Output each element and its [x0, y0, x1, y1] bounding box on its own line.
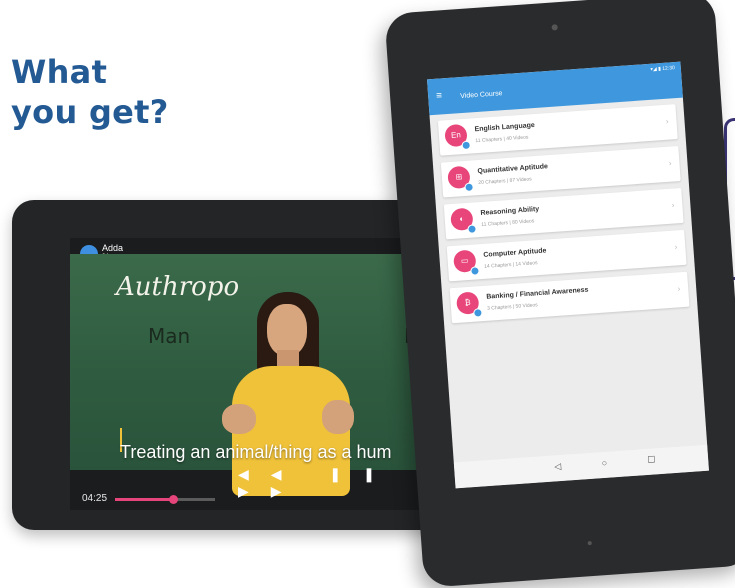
course-title: Quantitative Aptitude — [477, 163, 549, 176]
chevron-right-icon: › — [671, 200, 675, 210]
course-title: Computer Aptitude — [483, 247, 547, 259]
camera-icon — [551, 24, 558, 31]
nav-buttons[interactable]: ◁ ○ ☐ — [554, 454, 656, 472]
chevron-right-icon: › — [677, 284, 681, 294]
course-subtitle: 14 Chapters | 14 Videos — [484, 260, 538, 270]
course-title: Reasoning Ability — [480, 205, 540, 217]
course-subtitle: 11 Chapters | 40 Videos — [475, 134, 529, 145]
course-title: English Language — [474, 121, 536, 134]
chevron-right-icon: › — [674, 242, 678, 252]
video-caption: Treating an animal/thing as a hum — [120, 442, 392, 462]
status-bar: ▾◢ ▮ 12:30 — [650, 65, 676, 73]
android-nav-bar: ◁ ○ ☐ — [453, 444, 709, 489]
headline-line-2: you get? — [11, 93, 169, 131]
seek-bar-fill — [115, 498, 173, 501]
play-badge-icon — [464, 182, 474, 193]
play-badge-icon — [461, 140, 471, 151]
course-title: Banking / Financial Awareness — [486, 286, 589, 301]
portrait-tablet: ▾◢ ▮ 12:30 ≡ Video Course En English Lan… — [384, 0, 735, 588]
chevron-right-icon: › — [668, 158, 672, 168]
app-screen: ▾◢ ▮ 12:30 ≡ Video Course En English Lan… — [426, 61, 709, 489]
chevron-right-icon: › — [665, 116, 669, 126]
video-time: 04:25 — [82, 493, 108, 504]
menu-icon[interactable]: ≡ — [436, 90, 443, 101]
play-badge-icon — [467, 224, 477, 234]
headline-line-1: What — [11, 53, 108, 91]
app-title: Video Course — [460, 90, 503, 101]
headline: What you get? — [11, 52, 169, 132]
seek-bar-handle[interactable] — [169, 495, 178, 504]
course-list: En English Language 11 Chapters | 40 Vid… — [437, 104, 690, 330]
chalkboard: Authropo m Man Mo — [70, 254, 450, 496]
video-player[interactable]: Adda 24 Authropo m Man Mo Treating an an… — [70, 238, 450, 510]
home-sensor-icon — [587, 541, 592, 546]
play-badge-icon — [470, 266, 480, 276]
play-badge-icon — [473, 308, 483, 318]
course-card-banking[interactable]: ₿ Banking / Financial Awareness 3 Chapte… — [449, 271, 690, 324]
course-subtitle: 3 Chapters | 50 Videos — [486, 302, 538, 312]
board-word-left: Man — [148, 324, 191, 348]
course-subtitle: 20 Chapters | 87 Videos — [478, 176, 532, 187]
course-subtitle: 11 Chapters | 80 Videos — [481, 218, 535, 228]
